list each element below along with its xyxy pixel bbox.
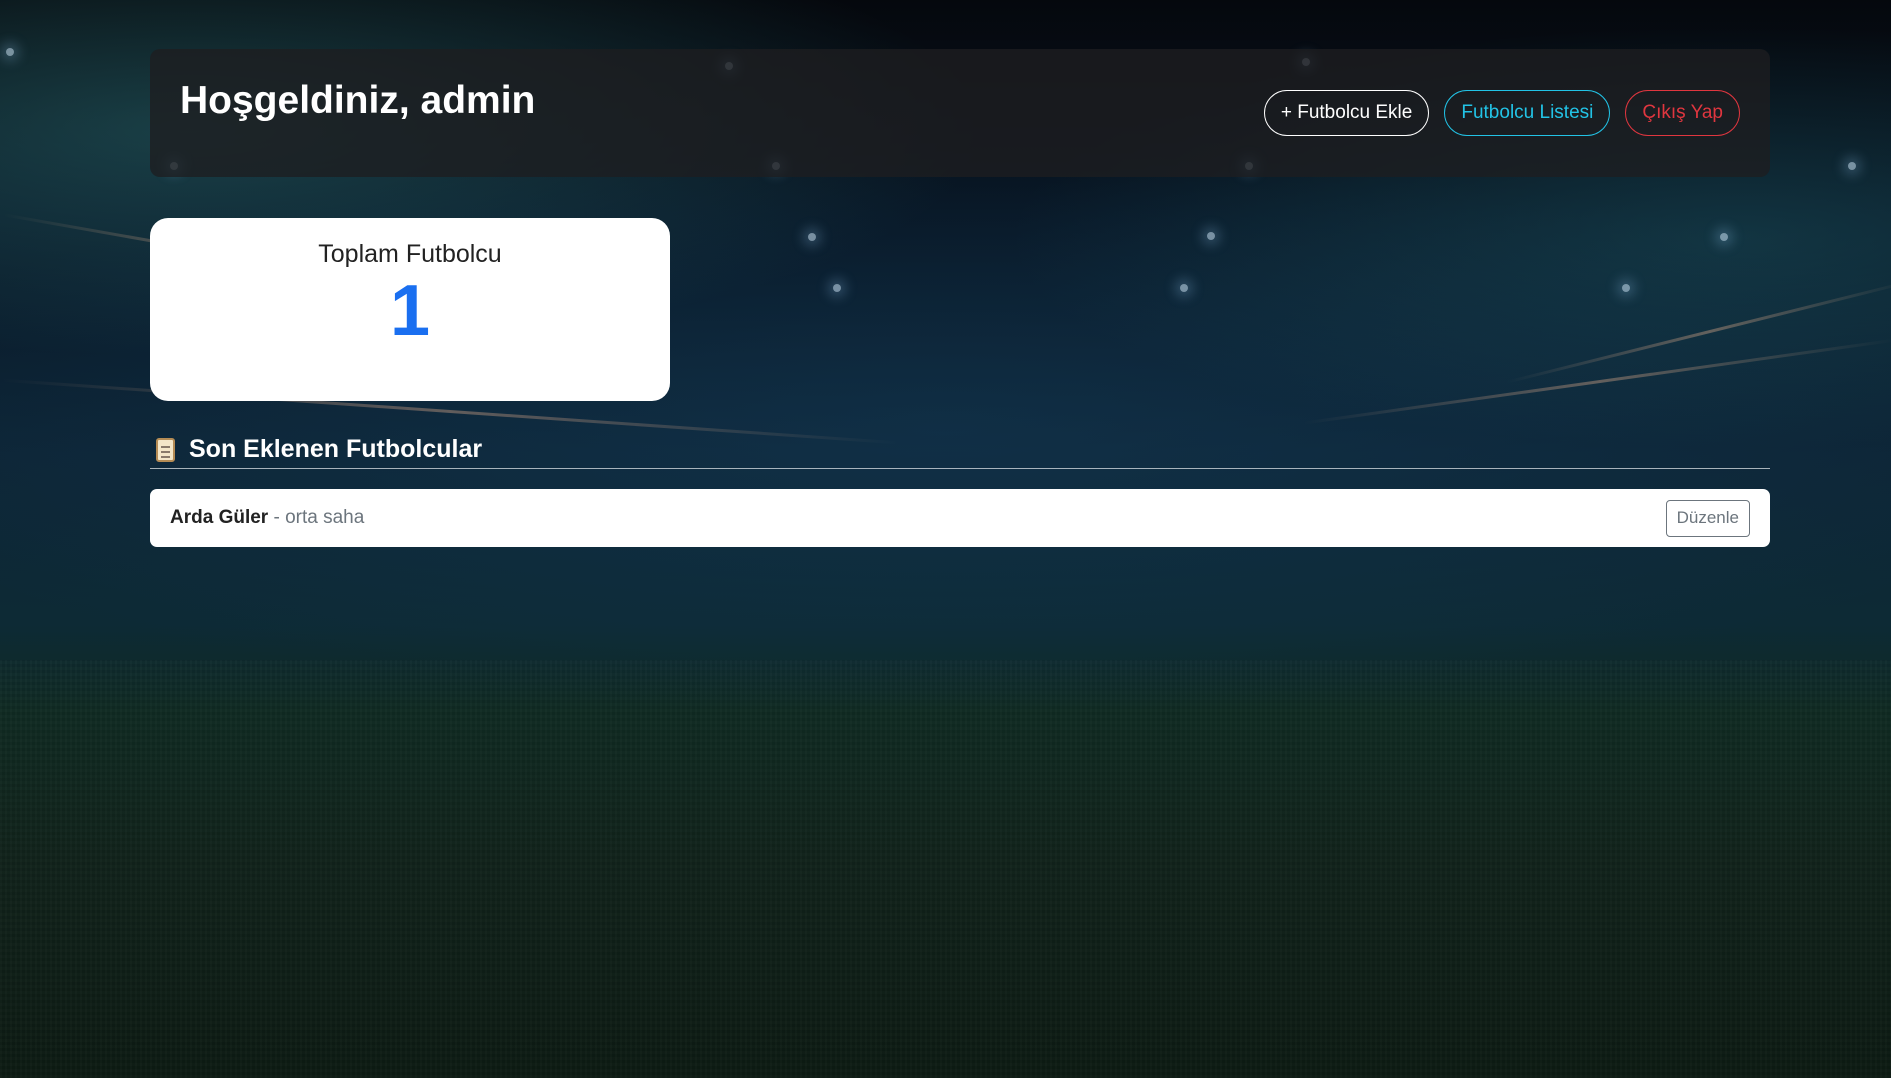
recent-players-heading: Son Eklenen Futbolcular xyxy=(150,431,1770,469)
total-players-card: Toplam Futbolcu 1 xyxy=(150,218,670,401)
logout-button[interactable]: Çıkış Yap xyxy=(1625,90,1740,136)
recent-players-list: Arda Güler - orta saha Düzenle xyxy=(150,489,1770,547)
header-bar: Hoşgeldiniz, admin + Futbolcu Ekle Futbo… xyxy=(150,49,1770,177)
player-separator: - xyxy=(268,507,286,528)
header-actions: + Futbolcu Ekle Futbolcu Listesi Çıkış Y… xyxy=(1263,90,1740,136)
page-title: Hoşgeldiniz, admin xyxy=(180,79,536,122)
add-player-button[interactable]: + Futbolcu Ekle xyxy=(1263,90,1430,136)
recent-players-title: Son Eklenen Futbolcular xyxy=(189,435,483,463)
player-name: Arda Güler xyxy=(170,507,269,528)
list-item: Arda Güler - orta saha Düzenle xyxy=(150,489,1770,547)
player-info: Arda Güler - orta saha xyxy=(170,507,364,529)
stadium-light xyxy=(6,48,14,56)
player-list-button[interactable]: Futbolcu Listesi xyxy=(1444,90,1611,136)
dashboard-container: Hoşgeldiniz, admin + Futbolcu Ekle Futbo… xyxy=(150,49,1770,547)
clipboard-icon xyxy=(156,437,175,462)
edit-player-button[interactable]: Düzenle xyxy=(1665,499,1750,537)
player-position: orta saha xyxy=(285,507,365,528)
total-players-value: 1 xyxy=(389,271,431,351)
stadium-light xyxy=(1848,162,1856,170)
total-players-label: Toplam Futbolcu xyxy=(318,240,502,268)
